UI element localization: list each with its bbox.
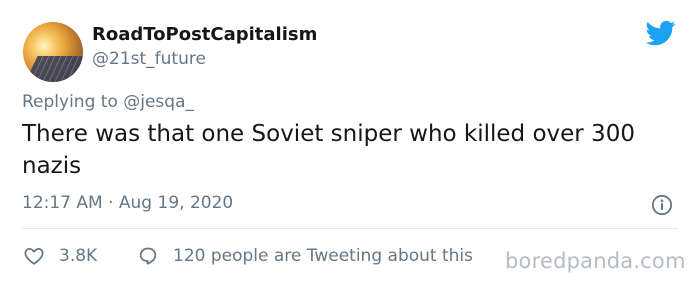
tweeting-about-link[interactable]: 120 people are Tweeting about this xyxy=(173,246,473,266)
replying-to-label: Replying to xyxy=(22,92,118,112)
tweet-card: RoadToPostCapitalism @21st_future Replyi… xyxy=(0,0,700,284)
info-icon[interactable] xyxy=(651,194,673,216)
user-handle[interactable]: @21st_future xyxy=(92,49,206,69)
chat-bubble-icon[interactable] xyxy=(137,245,159,267)
avatar[interactable] xyxy=(23,22,83,82)
tweet-text: There was that one Soviet sniper who kil… xyxy=(22,121,635,179)
display-name[interactable]: RoadToPostCapitalism xyxy=(92,24,317,45)
reply-mention-link[interactable]: @jesqa_ xyxy=(123,92,194,112)
watermark: boredpanda.com xyxy=(505,249,686,273)
twitter-bird-icon[interactable] xyxy=(644,18,678,48)
tweet-timestamp[interactable]: 12:17 AM · Aug 19, 2020 xyxy=(22,193,233,213)
avatar-solar-panel xyxy=(24,56,83,82)
replying-to: Replying to @jesqa_ xyxy=(22,92,194,112)
divider xyxy=(22,228,678,229)
heart-icon[interactable] xyxy=(23,245,45,267)
like-count[interactable]: 3.8K xyxy=(59,246,97,266)
